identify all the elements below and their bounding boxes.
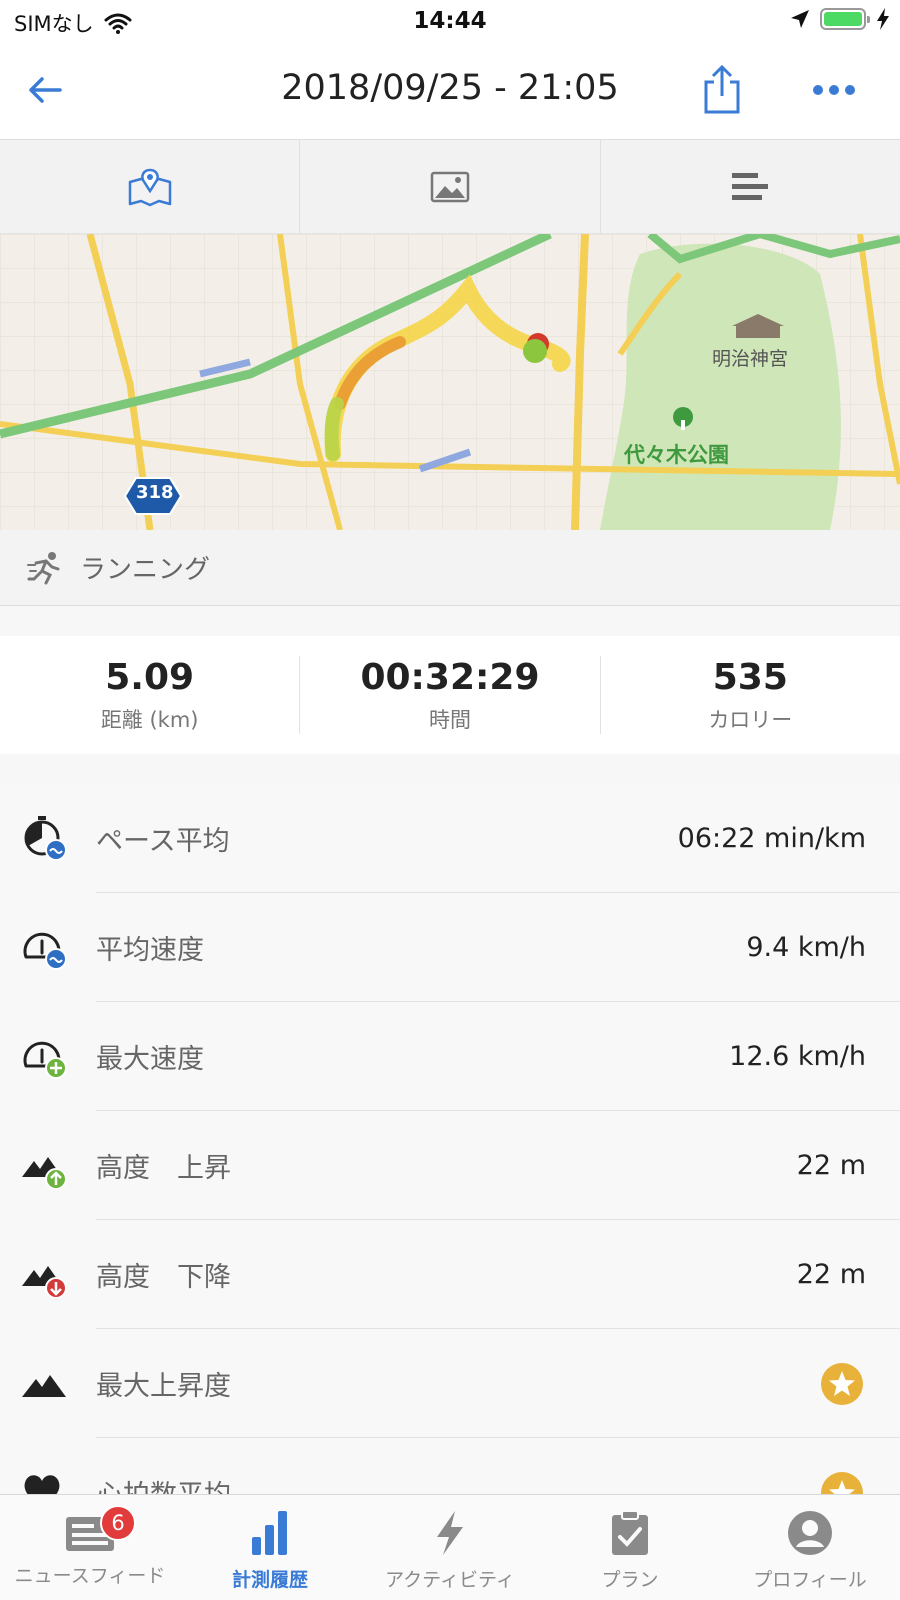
metric-average-speed[interactable]: 平均速度 9.4 km/h (0, 893, 900, 1002)
metric-value: 22 m (796, 1259, 866, 1290)
average-speed-icon (23, 932, 67, 970)
metric-label: ペース平均 (96, 826, 230, 857)
stat-duration-value: 00:32:29 (360, 656, 540, 698)
metric-heart-rate[interactable]: 心拍数平均 (0, 1438, 900, 1494)
tab-map[interactable] (0, 140, 301, 233)
elevation-gain-icon (22, 1157, 67, 1190)
stat-calories-value: 535 (712, 656, 788, 698)
metric-elevation-gain[interactable]: 高度 上昇 22 m (0, 1111, 900, 1220)
tab-plan[interactable]: プラン (540, 1495, 720, 1600)
metric-label: 最大速度 (96, 1044, 204, 1075)
charging-bolt-icon (877, 8, 889, 30)
metric-label: 心拍数平均 (96, 1438, 231, 1494)
running-icon (27, 551, 60, 584)
metric-value: 06:22 min/km (677, 823, 866, 854)
page-title: 2018/09/25 - 21:05 (281, 68, 619, 108)
map-route-number: 318 (136, 482, 174, 503)
heart-rate-icon (24, 1475, 60, 1494)
route-map[interactable]: 明治神宮 代々木公園 318 (0, 234, 900, 530)
stat-calories: 535 カロリー (601, 656, 900, 734)
max-elevation-icon (22, 1375, 66, 1397)
summary-stats: 5.09 距離 (km) 00:32:29 時間 535 カロリー (0, 636, 900, 754)
metric-label: 最大上昇度 (96, 1371, 231, 1402)
premium-star-icon[interactable] (820, 1362, 864, 1406)
stats-bars-icon (732, 172, 769, 200)
bottom-tab-bar: 6 ニュースフィード 計測履歴 アクティビティ プラン プロフィール (0, 1494, 900, 1600)
stat-duration-label: 時間 (428, 707, 471, 732)
metric-max-elevation[interactable]: 最大上昇度 (0, 1329, 900, 1438)
status-time: 14:44 (413, 8, 487, 34)
tab-label: プラン (601, 1569, 659, 1591)
navigation-bar: 2018/09/25 - 21:05 (0, 44, 900, 140)
activity-type-row: ランニング (0, 530, 900, 606)
stat-duration: 00:32:29 時間 (300, 656, 601, 734)
tab-activity[interactable]: アクティビティ (360, 1495, 540, 1600)
map-label-shrine: 明治神宮 (712, 348, 789, 370)
stat-distance-label: 距離 (km) (100, 707, 199, 732)
lightning-icon (437, 1511, 463, 1555)
photo-icon (430, 171, 470, 202)
tab-label: アクティビティ (385, 1569, 515, 1591)
tab-photos[interactable] (300, 140, 601, 233)
tab-label: プロフィール (753, 1569, 867, 1591)
elevation-loss-icon (22, 1266, 67, 1299)
map-label-park: 代々木公園 (624, 443, 729, 467)
location-arrow-icon (791, 10, 809, 28)
tab-history[interactable]: 計測履歴 (180, 1495, 360, 1600)
metric-pace-average[interactable]: ペース平均 06:22 min/km (0, 784, 900, 893)
battery-icon (820, 8, 870, 30)
metrics-list: ペース平均 06:22 min/km 平均速度 9.4 km/h 最大速度 12… (0, 784, 900, 1494)
metric-label: 高度 上昇 (96, 1153, 231, 1184)
metric-value: 12.6 km/h (729, 1041, 866, 1072)
metric-value: 22 m (796, 1150, 866, 1181)
metric-label: 平均速度 (96, 935, 204, 966)
premium-star-icon[interactable] (820, 1471, 864, 1494)
tab-label: ニュースフィード (14, 1565, 166, 1587)
profile-avatar-icon (788, 1511, 832, 1555)
stat-distance-value: 5.09 (105, 656, 195, 698)
map-view-icon (128, 168, 171, 206)
tab-label: 計測履歴 (231, 1569, 308, 1591)
notification-badge: 6 (100, 1505, 136, 1541)
map-canvas (0, 234, 900, 530)
tab-stats[interactable] (601, 140, 900, 233)
clipboard-check-icon (612, 1510, 648, 1555)
metric-elevation-loss[interactable]: 高度 下降 22 m (0, 1220, 900, 1329)
metric-value: 9.4 km/h (746, 932, 866, 963)
stat-distance: 5.09 距離 (km) (0, 656, 301, 734)
share-icon[interactable] (700, 64, 744, 116)
more-options-icon[interactable] (810, 74, 858, 106)
activity-type-label: ランニング (80, 555, 211, 585)
stat-calories-label: カロリー (708, 707, 793, 732)
tab-newsfeed[interactable]: 6 ニュースフィード (0, 1495, 180, 1600)
pace-average-icon (24, 816, 67, 861)
max-speed-icon (23, 1041, 67, 1079)
bar-chart-icon (252, 1511, 287, 1555)
status-bar: SIMなし 14:44 (0, 0, 900, 44)
tab-profile[interactable]: プロフィール (720, 1495, 900, 1600)
metric-max-speed[interactable]: 最大速度 12.6 km/h (0, 1002, 900, 1111)
view-tabs (0, 140, 900, 234)
metric-label: 高度 下降 (96, 1262, 231, 1293)
